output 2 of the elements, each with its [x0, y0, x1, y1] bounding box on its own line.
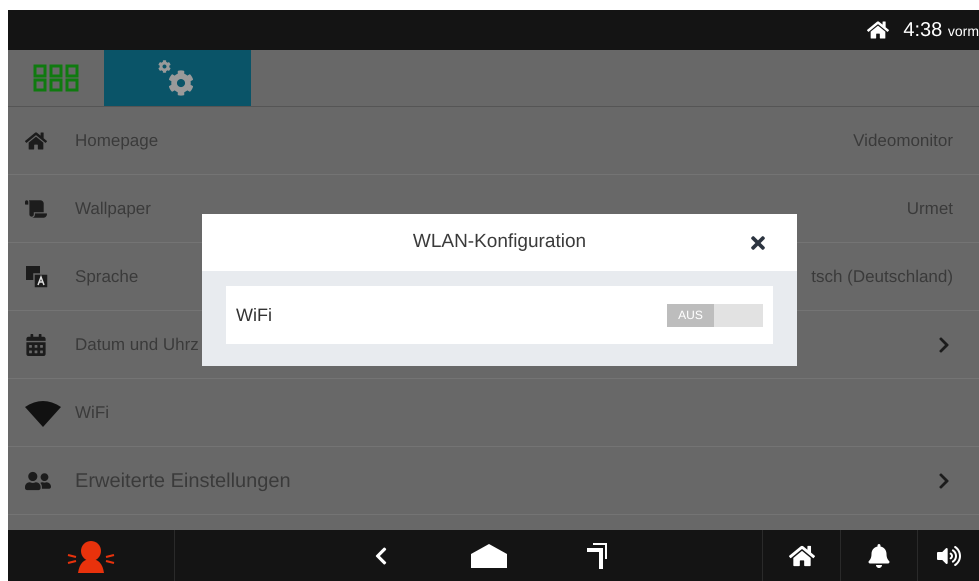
- wifi-label: WiFi: [236, 304, 272, 326]
- clock-text: 4:38 vorm: [903, 18, 979, 43]
